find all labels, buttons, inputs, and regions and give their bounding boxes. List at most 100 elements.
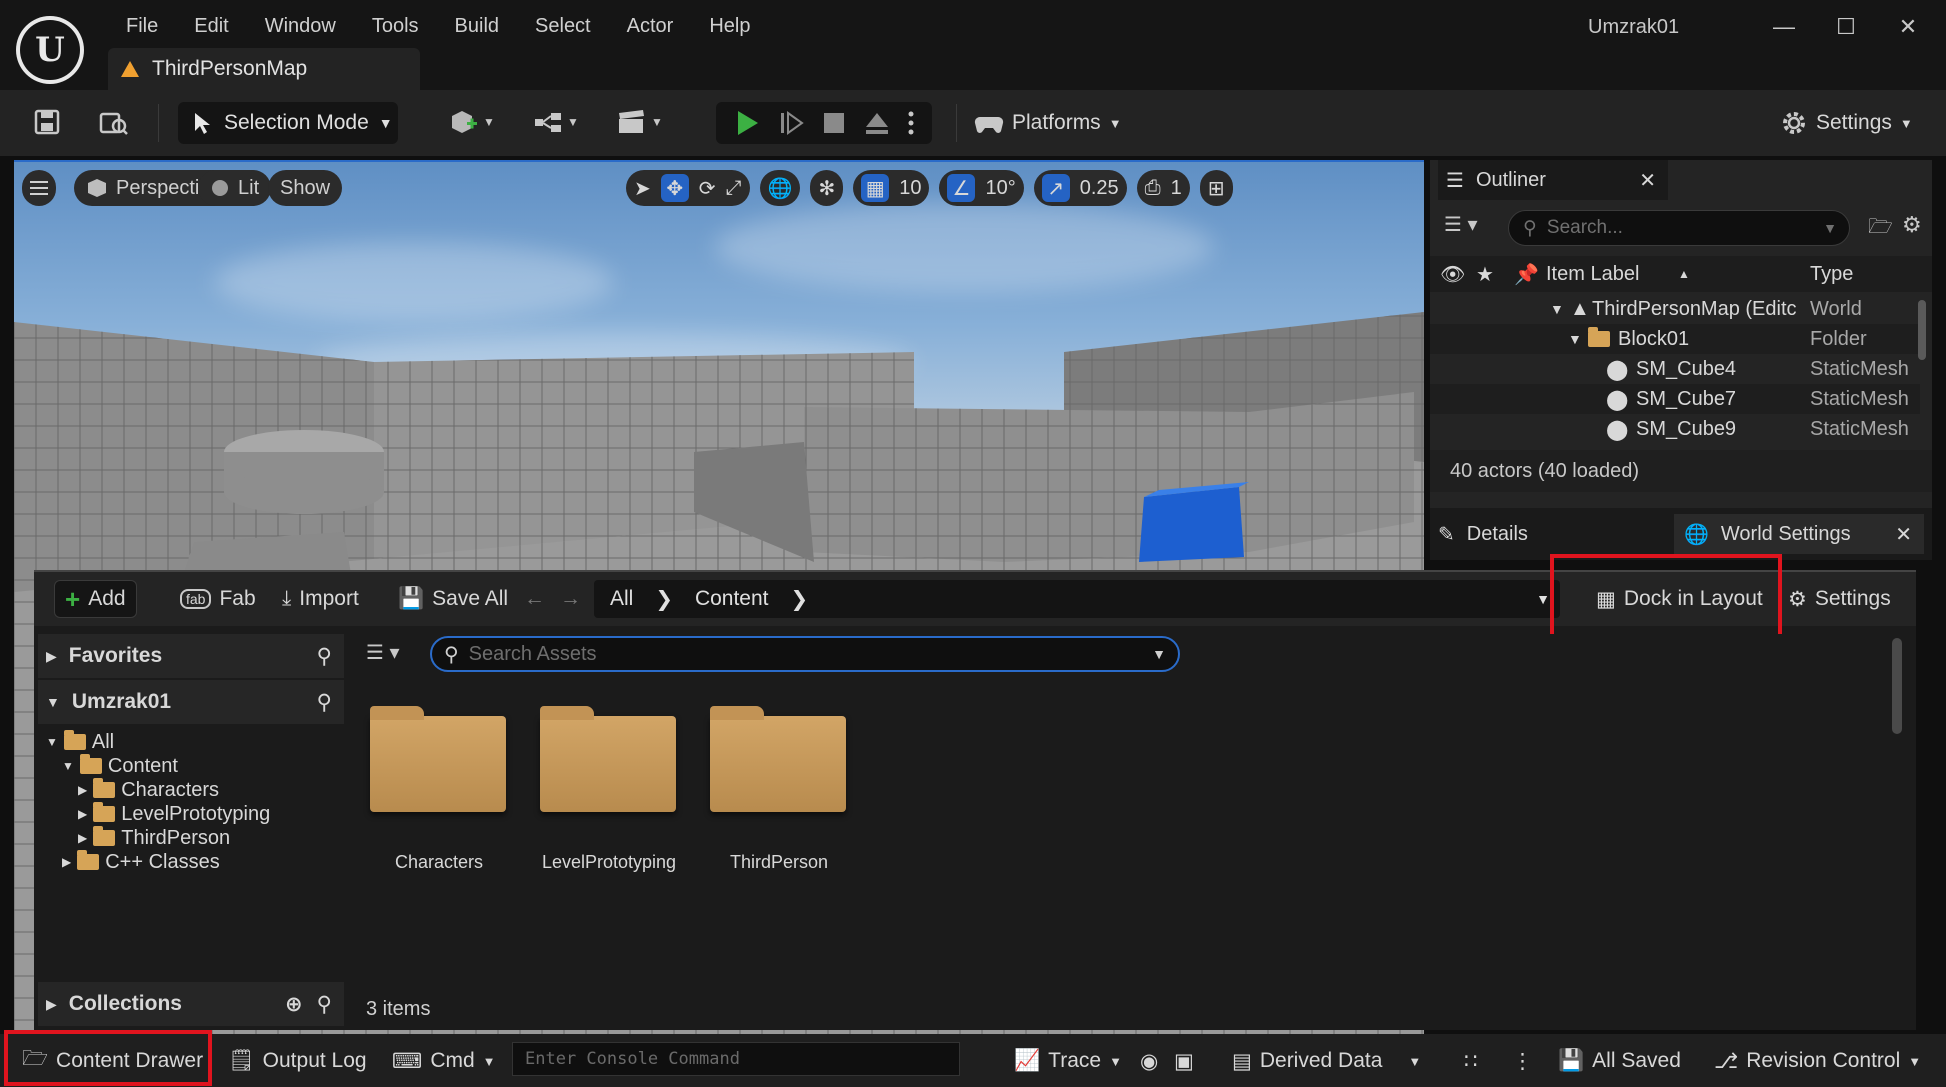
drawer-settings-button[interactable]: ⚙ Settings bbox=[1778, 580, 1901, 618]
outliner-scrollbar[interactable] bbox=[1918, 300, 1926, 360]
asset-tile[interactable]: Characters bbox=[354, 706, 514, 872]
minimize-button[interactable]: — bbox=[1764, 10, 1804, 44]
chevron-right-icon[interactable]: ❯ bbox=[791, 587, 809, 612]
pin-icon[interactable]: 📌 bbox=[1514, 262, 1539, 287]
close-icon[interactable]: ✕ bbox=[1639, 168, 1656, 193]
search-icon[interactable]: ⚲ bbox=[317, 992, 332, 1017]
outliner-row[interactable]: ⬤ SM_Cube4 StaticMesh bbox=[1430, 354, 1920, 384]
outliner-row[interactable]: ▼ Block01 Folder bbox=[1430, 324, 1920, 354]
outliner-tab[interactable]: ☰ Outliner ✕ bbox=[1438, 160, 1668, 200]
menu-edit[interactable]: Edit bbox=[176, 12, 246, 40]
rotate-icon[interactable]: ⟳ bbox=[699, 176, 716, 201]
collections-header[interactable]: ▶ Collections ⊕ ⚲ bbox=[38, 982, 344, 1026]
menu-actor[interactable]: Actor bbox=[609, 12, 692, 40]
asset-tile[interactable]: ThirdPerson bbox=[694, 706, 854, 872]
menu-tools[interactable]: Tools bbox=[354, 12, 437, 40]
outliner-row[interactable]: ⬤ SM_Cube7 StaticMesh bbox=[1430, 384, 1920, 414]
visibility-icon[interactable]: 👁 bbox=[1440, 262, 1465, 287]
cinematics-icon[interactable]: ▼ bbox=[612, 104, 668, 140]
menu-build[interactable]: Build bbox=[437, 12, 517, 40]
expand-arrow-icon[interactable]: ▼ bbox=[1550, 301, 1564, 317]
type-column[interactable]: Type bbox=[1810, 263, 1853, 286]
back-button[interactable]: ← bbox=[514, 580, 555, 618]
item-label-column[interactable]: Item Label bbox=[1546, 263, 1639, 286]
asset-search-input[interactable]: ⚲ Search Assets ▼ bbox=[430, 636, 1180, 672]
details-tab[interactable]: ✎ Details bbox=[1438, 514, 1528, 554]
project-header[interactable]: ▼ Umzrak01 ⚲ bbox=[38, 680, 344, 724]
play-icon[interactable] bbox=[733, 109, 761, 137]
maximize-button[interactable]: ☐ bbox=[1826, 10, 1866, 44]
select-cursor-icon[interactable]: ➤ bbox=[634, 176, 651, 201]
revision-control-dropdown[interactable]: ⎇ Revision Control ▼ bbox=[1714, 1042, 1921, 1080]
menu-select[interactable]: Select bbox=[517, 12, 609, 40]
menu-help[interactable]: Help bbox=[691, 12, 768, 40]
cmd-dropdown[interactable]: ⌨ Cmd ▼ bbox=[392, 1042, 496, 1080]
star-icon[interactable]: ★ bbox=[1476, 262, 1494, 287]
filter-icon[interactable]: ☰ ▾ bbox=[1444, 212, 1478, 237]
browse-icon[interactable] bbox=[96, 104, 132, 140]
search-icon[interactable]: ⚲ bbox=[317, 644, 332, 669]
all-saved-button[interactable]: 💾 All Saved bbox=[1558, 1042, 1681, 1080]
save-icon[interactable] bbox=[30, 104, 64, 140]
grid-snap[interactable]: ▦ 10 bbox=[853, 170, 930, 206]
blueprint-icon[interactable]: ▼ bbox=[528, 104, 584, 140]
move-icon[interactable]: ✥ bbox=[660, 174, 689, 202]
selection-mode-dropdown[interactable]: Selection Mode ▼ bbox=[178, 102, 398, 144]
scale-snap[interactable]: ↗ 0.25 bbox=[1033, 170, 1127, 206]
tree-item-content[interactable]: ▼ Content bbox=[62, 754, 178, 778]
gear-icon[interactable]: ⚙ bbox=[1902, 212, 1922, 238]
lit-button[interactable]: Lit bbox=[198, 170, 272, 206]
close-window-button[interactable]: ✕ bbox=[1888, 10, 1928, 44]
outliner-search-input[interactable]: ⚲ Search... ▼ bbox=[1508, 210, 1850, 246]
add-actor-icon[interactable]: ▼ bbox=[444, 104, 500, 140]
stop-icon[interactable] bbox=[822, 111, 846, 135]
save-all-button[interactable]: 💾 Save All bbox=[388, 580, 518, 618]
chevron-right-icon[interactable]: ❯ bbox=[655, 587, 673, 612]
trace-dropdown[interactable]: 📈 Trace ▼ bbox=[1014, 1042, 1122, 1080]
outliner-row[interactable]: ⬤ SM_Cube9 StaticMesh bbox=[1430, 414, 1920, 444]
breadcrumb-content[interactable]: Content bbox=[695, 587, 769, 611]
expand-arrow-icon[interactable]: ▼ bbox=[1568, 331, 1582, 347]
scale-icon[interactable]: ⤢ bbox=[726, 177, 742, 200]
asset-scrollbar[interactable] bbox=[1892, 638, 1902, 734]
settings-dropdown[interactable]: Settings ▼ bbox=[1780, 102, 1913, 144]
asset-tile[interactable]: LevelPrototyping bbox=[524, 706, 684, 872]
menu-file[interactable]: File bbox=[108, 12, 176, 40]
more-options-icon[interactable] bbox=[907, 110, 915, 136]
filter-icon[interactable]: ☰ ▾ bbox=[366, 640, 400, 665]
tree-item-levelprototyping[interactable]: ▶ LevelPrototyping bbox=[78, 802, 270, 826]
search-icon[interactable]: ⚲ bbox=[317, 690, 332, 715]
platforms-dropdown[interactable]: Platforms ▼ bbox=[974, 102, 1122, 144]
add-collection-icon[interactable]: ⊕ bbox=[285, 992, 303, 1017]
console-input[interactable]: Enter Console Command bbox=[512, 1042, 960, 1076]
eject-icon[interactable] bbox=[864, 110, 890, 136]
rotation-snap[interactable]: ∠ 10° bbox=[939, 170, 1024, 206]
source-control-icon[interactable]: ∷ bbox=[1464, 1042, 1477, 1080]
derived-data-dropdown[interactable]: ▤ Derived Data ▼ bbox=[1232, 1042, 1421, 1080]
screenshot-icon[interactable]: ▣ bbox=[1174, 1042, 1194, 1080]
record-icon[interactable]: ◉ bbox=[1140, 1042, 1158, 1080]
forward-button[interactable]: → bbox=[550, 580, 591, 618]
fab-button[interactable]: fab Fab bbox=[170, 580, 266, 618]
world-local-toggle[interactable]: 🌐 bbox=[759, 170, 801, 206]
show-button[interactable]: Show bbox=[268, 170, 343, 206]
world-settings-tab[interactable]: 🌐 World Settings ✕ bbox=[1674, 514, 1924, 554]
outliner-row[interactable]: ▼ ▲ ThirdPersonMap (Editc World bbox=[1430, 294, 1920, 324]
breadcrumb-all[interactable]: All bbox=[610, 587, 633, 611]
tree-item-thirdperson[interactable]: ▶ ThirdPerson bbox=[78, 826, 230, 850]
tree-item-all[interactable]: ▼ All bbox=[46, 730, 114, 754]
close-icon[interactable]: ✕ bbox=[1895, 522, 1912, 547]
tree-item-cpp-classes[interactable]: ▶ C++ Classes bbox=[62, 850, 220, 874]
output-log-button[interactable]: 🗒 Output Log bbox=[228, 1042, 367, 1080]
chevron-down-icon[interactable]: ▼ bbox=[1536, 591, 1550, 607]
camera-speed[interactable]: ⎙ 1 bbox=[1136, 170, 1190, 206]
favorites-header[interactable]: ▶ Favorites ⚲ bbox=[38, 634, 344, 678]
step-icon[interactable] bbox=[778, 110, 805, 136]
add-button[interactable]: + Add bbox=[54, 580, 137, 618]
layout-toggle[interactable]: ⊞ bbox=[1199, 170, 1233, 206]
add-folder-icon[interactable]: 🗁 bbox=[1868, 212, 1893, 246]
surface-snap-toggle[interactable]: ✻ bbox=[810, 170, 844, 206]
more-options-icon[interactable]: ⋮ bbox=[1512, 1042, 1533, 1080]
menu-window[interactable]: Window bbox=[247, 12, 354, 40]
tree-item-characters[interactable]: ▶ Characters bbox=[78, 778, 219, 802]
